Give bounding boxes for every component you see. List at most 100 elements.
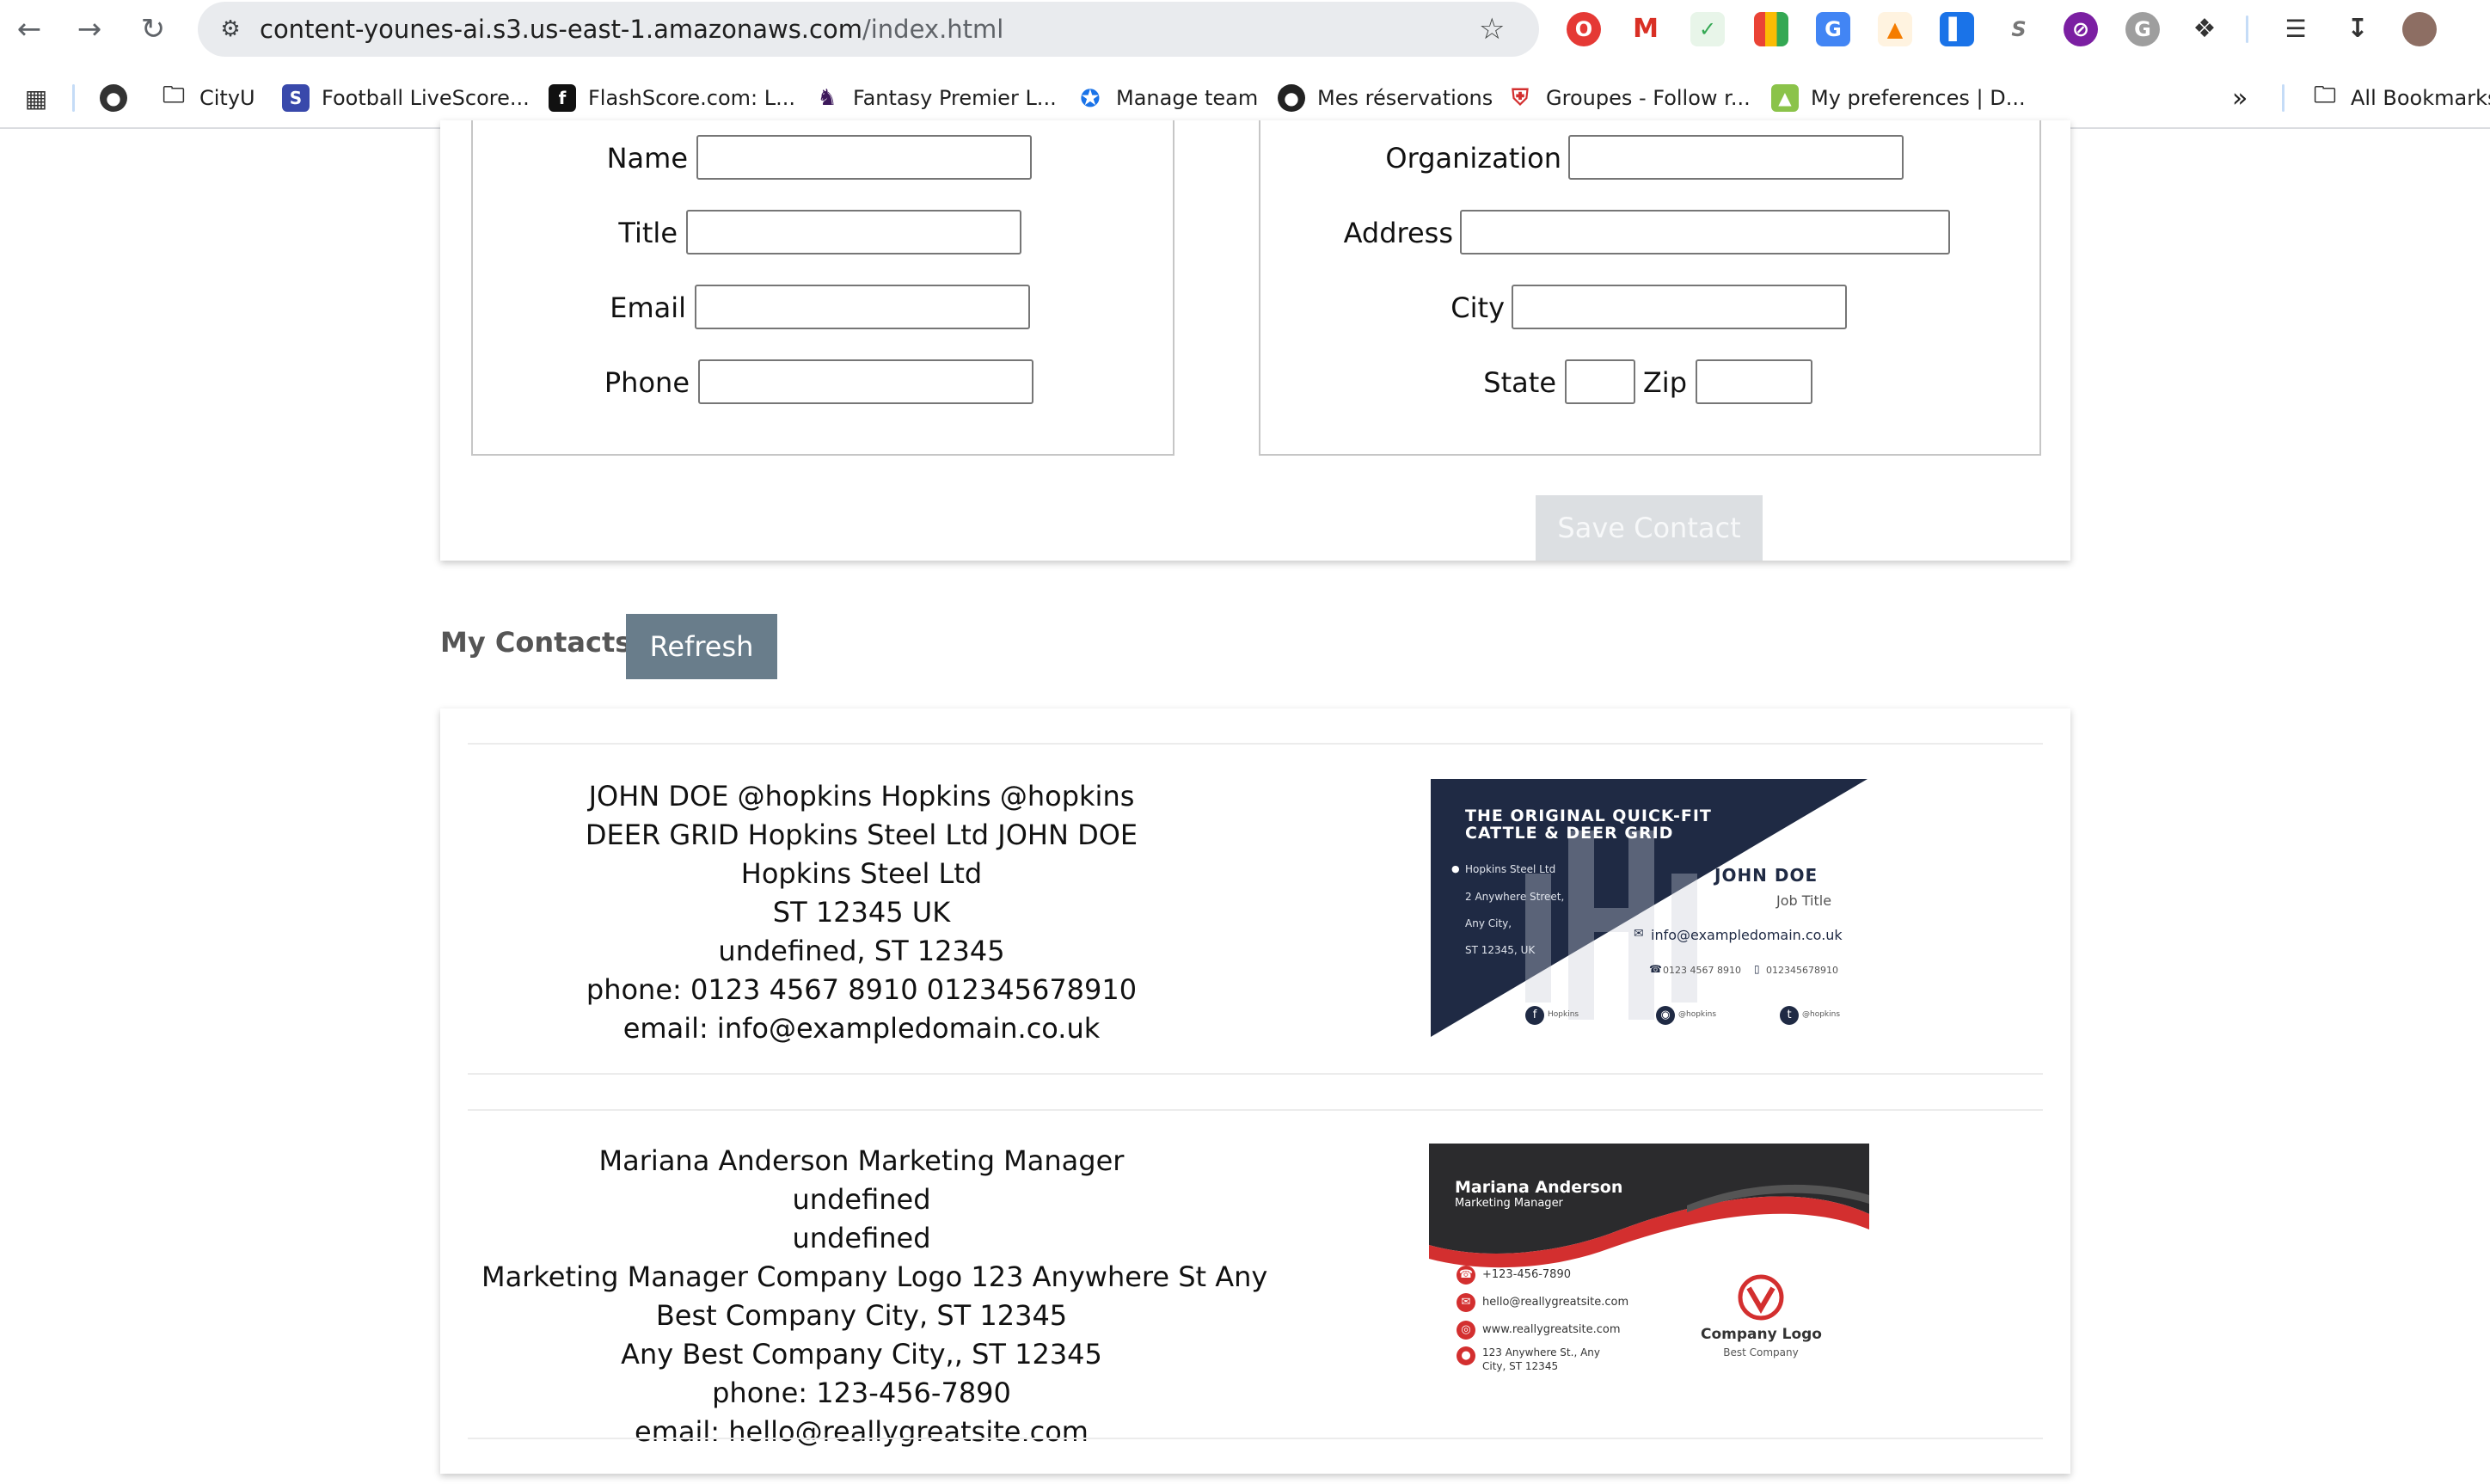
url-text[interactable]: content-younes-ai.s3.us-east-1.amazonaws… [260, 12, 1003, 46]
bookmark-manage-team[interactable]: ✪ Manage team [1076, 71, 1258, 126]
s-extension-icon[interactable]: S [2002, 12, 2036, 46]
globe-bookmark-icon[interactable]: ● [100, 71, 139, 126]
bookmarks-bar: ▦ ● 🗀 CityU S Football LiveScore... f Flash… [0, 71, 2490, 126]
phone-input[interactable] [698, 359, 1033, 404]
card-social: Hopkins [1548, 1010, 1579, 1019]
livescore-icon: S [282, 84, 310, 112]
bookmark-label: Football LiveScore... [322, 86, 530, 110]
card-email: hello@reallygreatsite.com [1482, 1296, 1629, 1309]
profile-avatar[interactable] [2402, 12, 2437, 46]
bookmark-mes-reservations[interactable]: ● Mes réservations [1278, 71, 1493, 126]
site-info-icon[interactable]: ⚙ [213, 12, 248, 46]
contact-text-line: undefined [792, 1183, 931, 1216]
more-bookmarks-chevron-icon[interactable]: » [2232, 71, 2248, 126]
contact-text-line: Mariana Anderson Marketing Manager [598, 1144, 1125, 1177]
scholar-extension-icon[interactable]: ▲ [1878, 12, 1912, 46]
card-address-line: ST 12345, UK [1465, 944, 1536, 956]
bookmarks-separator [72, 84, 75, 112]
save-contact-button[interactable]: Save Contact [1536, 495, 1763, 561]
address-input[interactable] [1460, 210, 1950, 254]
grammarly-extension-icon[interactable]: G [2125, 12, 2160, 46]
bookmark-flashscore[interactable]: f FlashScore.com: L... [549, 71, 795, 126]
bookmarks-separator [2282, 84, 2285, 112]
location-pin-icon: ● [1457, 1346, 1475, 1365]
organization-label: Organization [1385, 142, 1561, 175]
row-divider [468, 743, 2043, 745]
card-name: Mariana Anderson [1455, 1178, 1623, 1197]
card-social: @hopkins [1802, 1010, 1841, 1019]
bookmark-label: My preferences | D... [1811, 86, 2026, 110]
bookmark-label: Manage team [1116, 86, 1259, 110]
card-address-line: Hopkins Steel Ltd [1465, 863, 1556, 875]
contact-text-line: Hopkins Steel Ltd [740, 857, 983, 890]
twitter-icon: t [1780, 1006, 1799, 1025]
contact-2-business-card-image: Mariana Anderson Marketing Manager ☎ +12… [1429, 1144, 1869, 1393]
bookmark-all-bookmarks[interactable]: 🗀 All Bookmarks [2311, 71, 2490, 126]
company-logo-title: Company Logo [1701, 1326, 1822, 1343]
card-headline: THE ORIGINAL QUICK-FIT [1465, 806, 1712, 825]
contact-1-details: JOHN DOE @hopkins Hopkins @hopkins DEER … [481, 777, 1242, 1048]
contact-phone-line: phone: 123-456-7890 [712, 1377, 1011, 1409]
tabs-extension-icon[interactable]: ▌ [1940, 12, 1974, 46]
company-logo-subtitle: Best Company [1723, 1346, 1799, 1358]
card-job-title: Marketing Manager [1455, 1197, 1563, 1210]
bookmark-label: CityU [199, 86, 255, 110]
bookmark-star-icon[interactable]: ☆ [1479, 10, 1505, 48]
star-team-icon: ✪ [1076, 84, 1104, 113]
bookmark-fantasy-premier[interactable]: ♞ Fantasy Premier L... [813, 71, 1057, 126]
bookmark-label: Fantasy Premier L... [853, 86, 1057, 110]
apps-grid-icon[interactable]: ▦ [22, 71, 62, 126]
contact-text-line: Best Company City, ST 12345 [655, 1299, 1068, 1332]
contact-1-business-card-image: THE ORIGINAL QUICK-FIT CATTLE & DEER GRI… [1431, 779, 1868, 1037]
address-label: Address [1343, 217, 1453, 249]
contact-text-line: JOHN DOE @hopkins Hopkins @hopkins [588, 780, 1135, 813]
bookmark-label: FlashScore.com: L... [588, 86, 795, 110]
bookmark-football-livescore[interactable]: S Football LiveScore... [282, 71, 530, 126]
opera-extension-icon[interactable]: O [1567, 12, 1601, 46]
contact-text-line: undefined [792, 1222, 931, 1254]
checklist-extension-icon[interactable]: ✓ [1690, 12, 1725, 46]
bookmark-label: Groupes - Follow r... [1546, 86, 1751, 110]
name-input[interactable] [696, 135, 1032, 180]
palette-extension-icon[interactable] [1754, 12, 1788, 46]
contact-text-line: ST 12345 UK [772, 896, 951, 929]
email-input[interactable] [695, 285, 1030, 329]
shield-icon: ⛨ [1506, 84, 1534, 112]
zip-input[interactable] [1696, 359, 1812, 404]
contact-text-line: undefined, ST 12345 [718, 935, 1005, 967]
phone-icon: ☎ [1649, 963, 1662, 975]
card-phone: +123-456-7890 [1482, 1268, 1571, 1281]
organization-input[interactable] [1568, 135, 1904, 180]
city-label: City [1450, 291, 1505, 324]
toolbar-separator [2246, 15, 2248, 43]
gmail-extension-icon[interactable]: M [1628, 12, 1663, 46]
bookmark-groupes[interactable]: ⛨ Groupes - Follow r... [1506, 71, 1751, 126]
card-website: www.reallygreatsite.com [1482, 1323, 1621, 1336]
envelope-icon: ✉ [1457, 1293, 1475, 1312]
row-divider [468, 1438, 2043, 1439]
phone-icon: ☎ [1457, 1266, 1475, 1285]
forward-icon[interactable]: → [71, 10, 108, 48]
block-extension-icon[interactable]: ⊘ [2064, 12, 2098, 46]
bookmark-cityu[interactable]: 🗀 CityU [160, 71, 255, 126]
back-icon[interactable]: ← [10, 10, 48, 48]
contact-text-line: Marketing Manager Company Logo 123 Anywh… [481, 1260, 1268, 1293]
extensions-puzzle-icon[interactable]: ❖ [2187, 12, 2222, 46]
media-control-icon[interactable]: ☰ [2278, 12, 2313, 46]
bookmark-label: All Bookmarks [2351, 86, 2490, 110]
location-pin-icon: ● [1451, 863, 1460, 874]
refresh-button[interactable]: Refresh [626, 614, 777, 679]
reload-icon[interactable]: ↻ [134, 10, 172, 48]
instagram-icon: ◉ [1656, 1006, 1675, 1025]
city-input[interactable] [1512, 285, 1847, 329]
state-input[interactable] [1565, 359, 1635, 404]
zip-label: Zip [1642, 366, 1687, 399]
translate-extension-icon[interactable]: G [1816, 12, 1850, 46]
bookmark-my-preferences[interactable]: ▲ My preferences | D... [1771, 71, 2026, 126]
card-headline: CATTLE & DEER GRID [1465, 824, 1674, 843]
download-icon[interactable]: ↧ [2340, 12, 2375, 46]
bookmark-label: Mes réservations [1317, 86, 1493, 110]
title-input[interactable] [686, 210, 1021, 254]
card-address-line: 123 Anywhere St., Any [1482, 1346, 1600, 1358]
name-label: Name [606, 142, 688, 175]
